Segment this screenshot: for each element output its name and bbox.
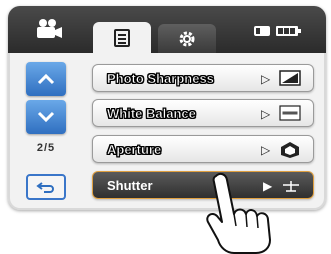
menu-item-white-balance[interactable]: White Balance ▷ [92,99,314,127]
play-arrow-icon: ▷ [261,107,271,121]
back-button[interactable] [26,174,66,200]
chevron-up-icon [37,73,55,85]
menu-item-label: Photo Sharpness [107,71,214,87]
menu-item-label: Shutter [107,178,153,193]
scroll-up-button[interactable] [26,62,66,96]
sharpness-icon [279,70,301,86]
return-arrow-icon [36,182,54,193]
menu-item-photo-sharpness[interactable]: Photo Sharpness ▷ [92,64,314,92]
top-bar [8,6,326,53]
aperture-auto-icon [281,142,299,158]
menu-item-label: Aperture [107,142,162,158]
play-arrow-icon: ▷ [261,143,271,157]
tab-settings[interactable] [158,24,216,53]
menu-list-icon [114,28,130,47]
tab-menu[interactable] [93,22,151,53]
battery-icon [276,26,301,36]
status-icons [253,24,303,43]
play-arrow-icon: ▷ [261,72,271,86]
gear-icon [179,31,195,46]
menu-item-label: White Balance [107,106,196,122]
chevron-down-icon [37,111,55,123]
menu-item-aperture[interactable]: Aperture ▷ [92,135,314,163]
pointing-hand-icon [206,172,271,254]
white-balance-awb-icon [279,105,301,121]
memory-card-icon [254,26,270,36]
scroll-down-button[interactable] [26,100,66,134]
page-counter: 2/5 [36,142,56,154]
video-camera-mode-icon[interactable] [34,18,64,45]
